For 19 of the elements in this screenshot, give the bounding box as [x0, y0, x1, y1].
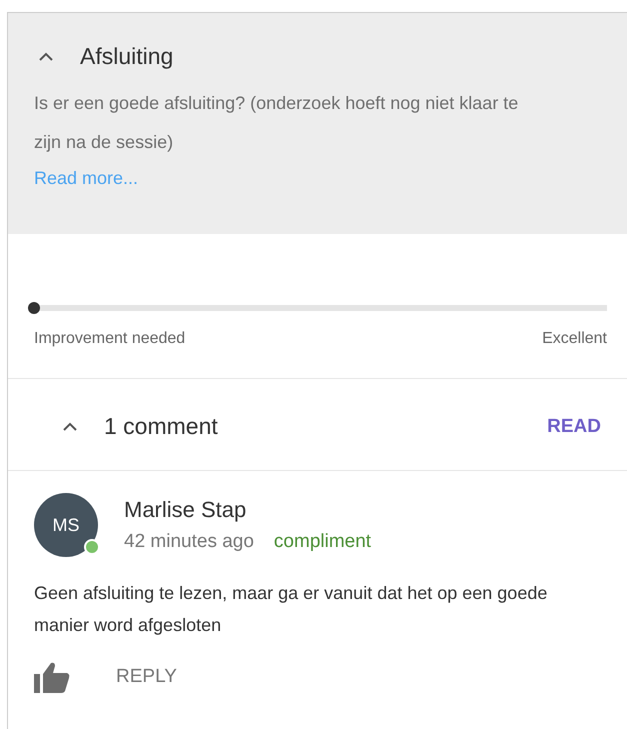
min-label: Improvement needed	[34, 330, 186, 348]
reply-button[interactable]: REPLY	[116, 666, 177, 688]
section-description: Is er een goede afsluiting? (onderzoek hoeft nog niet klaar te zijn na de sessie)	[34, 92, 520, 154]
comment-tag: compliment	[274, 531, 372, 553]
thumbs-up-icon	[34, 661, 70, 693]
section-title: Afsluiting	[80, 43, 174, 70]
chevron-icon	[62, 422, 78, 432]
read-more-link[interactable]: Read more...	[34, 168, 138, 188]
author-name: Marlise Stap	[124, 497, 248, 523]
like-button[interactable]	[34, 661, 70, 693]
read-button[interactable]: READ	[547, 416, 601, 438]
max-label: Excellent	[542, 330, 607, 348]
comment-count: 1 comment	[104, 413, 219, 440]
avatar-initials: MS	[52, 514, 80, 536]
comment-text: Geen afsluiting te lezen, maar ga er vanuit dat het op een goede manier word afgesloten	[34, 582, 548, 637]
chevron-icon	[38, 52, 54, 62]
rating-slider[interactable]	[28, 302, 607, 314]
timestamp: 42 minutes ago	[124, 531, 254, 553]
slider-thumb[interactable]	[28, 302, 40, 314]
